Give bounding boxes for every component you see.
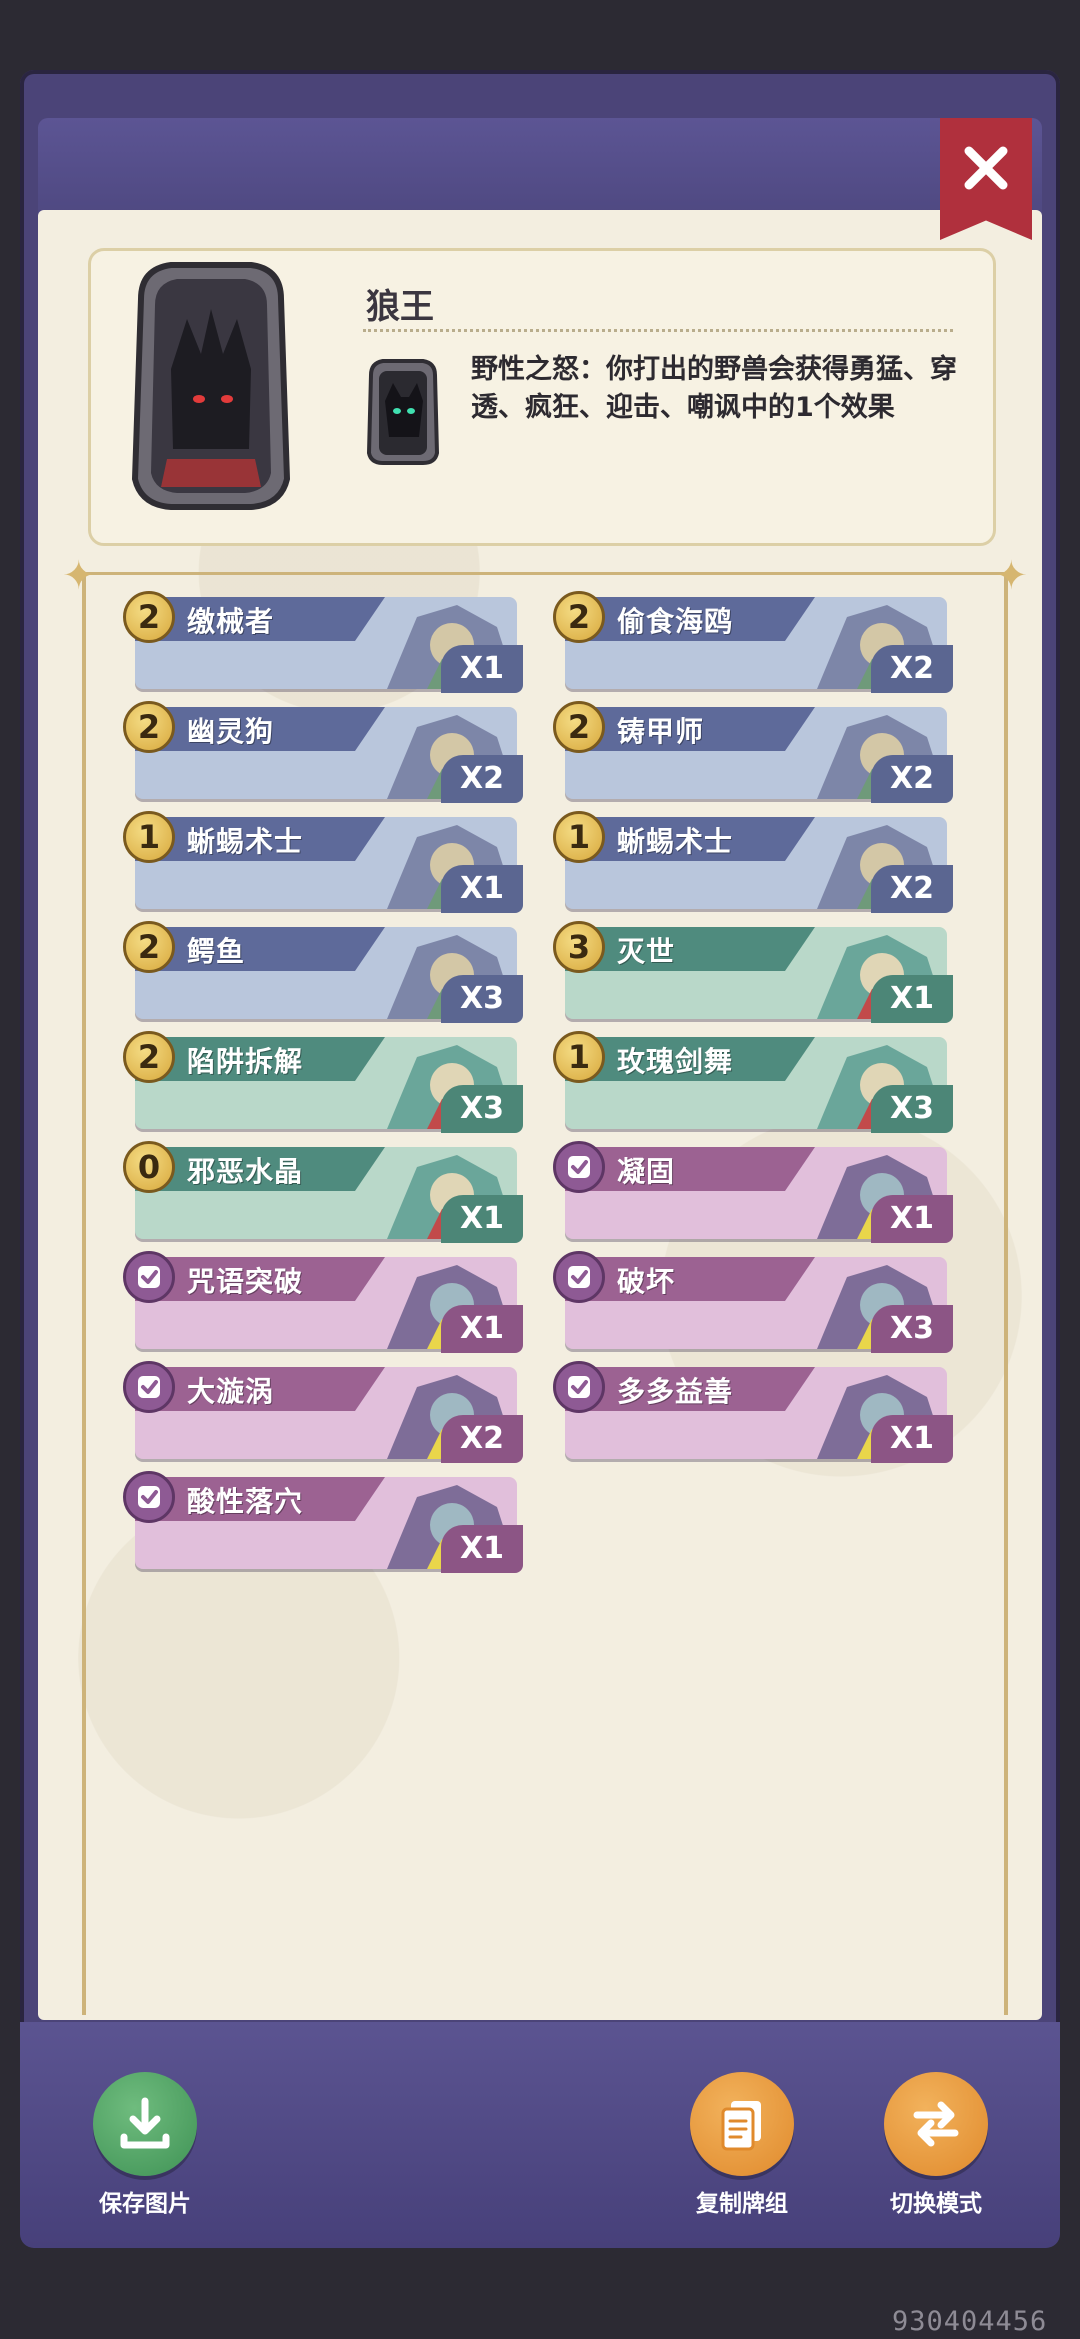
card-name: 多多益善 <box>617 1375 734 1408</box>
card-name: 偷食海鸥 <box>617 605 734 638</box>
close-icon <box>964 146 1008 190</box>
spell-check-icon <box>123 1471 175 1523</box>
card-cost-badge: 1 <box>123 811 175 863</box>
deck-card[interactable]: 多多益善 X1 <box>553 1361 953 1463</box>
card-quantity-badge: X2 <box>871 865 953 913</box>
card-name: 鳄鱼 <box>187 935 246 968</box>
card-name: 陷阱拆解 <box>187 1045 304 1078</box>
star-ornament-icon: ✦ <box>994 553 1028 599</box>
deck-card[interactable]: 咒语突破 X1 <box>123 1251 523 1353</box>
deck-card[interactable]: 大漩涡 X2 <box>123 1361 523 1463</box>
deck-card[interactable]: 蜥蜴术士 X1 1 <box>123 811 523 913</box>
card-name: 蜥蜴术士 <box>187 825 304 858</box>
save-image-button[interactable]: 保存图片 <box>65 2072 225 2218</box>
deck-card[interactable]: 偷食海鸥 X2 2 <box>553 591 953 693</box>
spell-check-icon <box>123 1361 175 1413</box>
card-quantity-badge: X1 <box>871 975 953 1023</box>
user-id-watermark: 930404456 <box>892 2306 1048 2337</box>
card-name: 灭世 <box>617 935 676 968</box>
hero-skill-description: 野性之怒：你打出的野兽会获得勇猛、穿透、疯狂、迎击、嘲讽中的1个效果 <box>471 354 957 423</box>
card-quantity-badge: X2 <box>871 645 953 693</box>
card-cost-badge: 2 <box>123 701 175 753</box>
card-name: 蜥蜴术士 <box>617 825 734 858</box>
card-cost-badge: 3 <box>553 921 605 973</box>
deck-card[interactable]: 陷阱拆解 X3 2 <box>123 1031 523 1133</box>
switch-mode-label: 切换模式 <box>890 2191 982 2217</box>
card-quantity-badge: X3 <box>871 1305 953 1353</box>
card-quantity-badge: X1 <box>441 1525 523 1573</box>
card-cost-badge: 2 <box>123 591 175 643</box>
card-quantity-badge: X1 <box>441 645 523 693</box>
deck-card[interactable]: 凝固 X1 <box>553 1141 953 1243</box>
card-quantity-badge: X1 <box>441 1195 523 1243</box>
card-cost-badge: 2 <box>123 921 175 973</box>
card-quantity-badge: X1 <box>441 865 523 913</box>
card-quantity-badge: X1 <box>871 1415 953 1463</box>
deck-card[interactable]: 幽灵狗 X2 2 <box>123 701 523 803</box>
deck-card[interactable]: 缴械者 X1 2 <box>123 591 523 693</box>
deck-card[interactable]: 灭世 X1 3 <box>553 921 953 1023</box>
deck-card[interactable]: 破坏 X3 <box>553 1251 953 1353</box>
card-quantity-badge: X1 <box>871 1195 953 1243</box>
card-quantity-badge: X2 <box>441 755 523 803</box>
card-name: 邪恶水晶 <box>187 1155 304 1188</box>
copy-document-icon <box>690 2072 794 2176</box>
card-cost-badge: 1 <box>553 1031 605 1083</box>
deck-card[interactable]: 酸性落穴 X1 <box>123 1471 523 1573</box>
card-cost-badge: 2 <box>553 701 605 753</box>
hero-divider <box>363 329 953 332</box>
spell-check-icon <box>553 1251 605 1303</box>
card-name: 玫瑰剑舞 <box>617 1045 734 1078</box>
card-name: 幽灵狗 <box>187 715 275 748</box>
card-cost-badge: 0 <box>123 1141 175 1193</box>
switch-mode-button[interactable]: 切换模式 <box>856 2072 1016 2218</box>
card-cost-badge: 1 <box>553 811 605 863</box>
card-quantity-badge: X1 <box>441 1305 523 1353</box>
card-name: 大漩涡 <box>187 1375 275 1408</box>
copy-deck-label: 复制牌组 <box>696 2191 788 2217</box>
deck-card[interactable]: 玫瑰剑舞 X3 1 <box>553 1031 953 1133</box>
swap-arrows-icon <box>884 2072 988 2176</box>
deck-card[interactable]: 鳄鱼 X3 2 <box>123 921 523 1023</box>
card-name: 凝固 <box>617 1155 676 1188</box>
card-quantity-badge: X3 <box>871 1085 953 1133</box>
download-icon <box>93 2072 197 2176</box>
spell-check-icon <box>553 1361 605 1413</box>
card-name: 酸性落穴 <box>187 1485 304 1518</box>
hero-name: 狼王 <box>366 287 434 327</box>
card-cost-badge: 2 <box>553 591 605 643</box>
card-name: 缴械者 <box>187 605 275 638</box>
card-name: 咒语突破 <box>187 1265 304 1298</box>
card-name: 铸甲师 <box>617 715 705 748</box>
deck-card[interactable]: 铸甲师 X2 2 <box>553 701 953 803</box>
wolf-king-portrait <box>131 262 291 510</box>
deck-card[interactable]: 蜥蜴术士 X2 1 <box>553 811 953 913</box>
card-name: 破坏 <box>617 1265 676 1298</box>
card-quantity-badge: X3 <box>441 975 523 1023</box>
star-ornament-icon: ✦ <box>62 553 96 599</box>
card-cost-badge: 2 <box>123 1031 175 1083</box>
hero-card: 狼王 野性之怒：你打出的野兽会获得勇猛、穿透、疯狂、迎击、嘲讽中的1个效果 <box>88 248 996 546</box>
deck-card[interactable]: 邪恶水晶 X1 0 <box>123 1141 523 1243</box>
wolf-skill-icon <box>366 359 440 465</box>
card-quantity-badge: X2 <box>441 1415 523 1463</box>
spell-check-icon <box>123 1251 175 1303</box>
card-quantity-badge: X3 <box>441 1085 523 1133</box>
save-image-label: 保存图片 <box>99 2191 191 2217</box>
spell-check-icon <box>553 1141 605 1193</box>
copy-deck-button[interactable]: 复制牌组 <box>662 2072 822 2218</box>
card-quantity-badge: X2 <box>871 755 953 803</box>
